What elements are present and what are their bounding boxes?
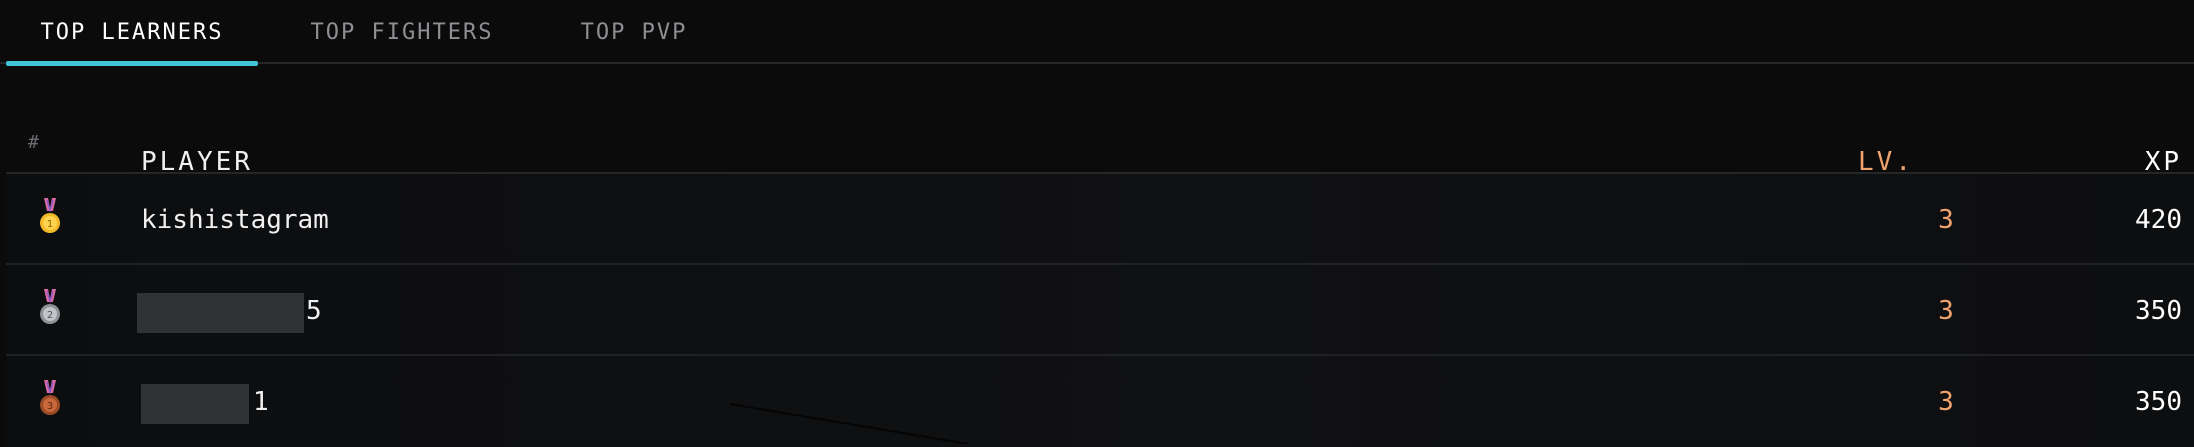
redaction-box: [141, 384, 249, 424]
silver-medal-icon: 2: [32, 289, 68, 329]
table-row: 1 kishistagram 3 420: [6, 174, 2194, 265]
tab-top-learners-label: TOP LEARNERS: [40, 19, 224, 45]
leaderboard-table: # PLAYER LV. XP 1 kishistagram 3 420 2 5…: [6, 116, 2194, 447]
table-row: 2 5 3 350: [6, 265, 2194, 356]
table-row: 3 1 3 350: [6, 356, 2194, 447]
tab-top-fighters-label: TOP FIGHTERS: [310, 19, 494, 45]
gold-medal-icon: 1: [32, 198, 68, 238]
player-xp: 350: [2135, 386, 2182, 417]
active-tab-underline: [6, 61, 258, 66]
svg-text:1: 1: [47, 219, 53, 230]
tab-top-learners[interactable]: TOP LEARNERS: [6, 0, 258, 66]
player-level: 3: [1938, 295, 1954, 326]
tab-top-fighters[interactable]: TOP FIGHTERS: [281, 0, 523, 64]
table-header-row: # PLAYER LV. XP: [6, 116, 2194, 177]
bronze-medal-icon: 3: [32, 380, 68, 420]
player-level: 3: [1938, 386, 1954, 417]
leaderboard-tabs: TOP LEARNERS TOP FIGHTERS TOP PVP: [0, 0, 2194, 66]
svg-text:3: 3: [47, 401, 53, 412]
redaction-box: [137, 293, 304, 333]
player-xp: 350: [2135, 295, 2182, 326]
player-name: 5: [306, 295, 322, 326]
svg-text:2: 2: [47, 310, 53, 321]
player-name: kishistagram: [141, 204, 329, 235]
rank-column-header: #: [28, 132, 42, 153]
tab-top-pvp[interactable]: TOP PVP: [552, 0, 716, 64]
tab-top-pvp-label: TOP PVP: [580, 19, 688, 45]
player-xp: 420: [2135, 204, 2182, 235]
player-name: 1: [253, 386, 269, 417]
player-level: 3: [1938, 204, 1954, 235]
